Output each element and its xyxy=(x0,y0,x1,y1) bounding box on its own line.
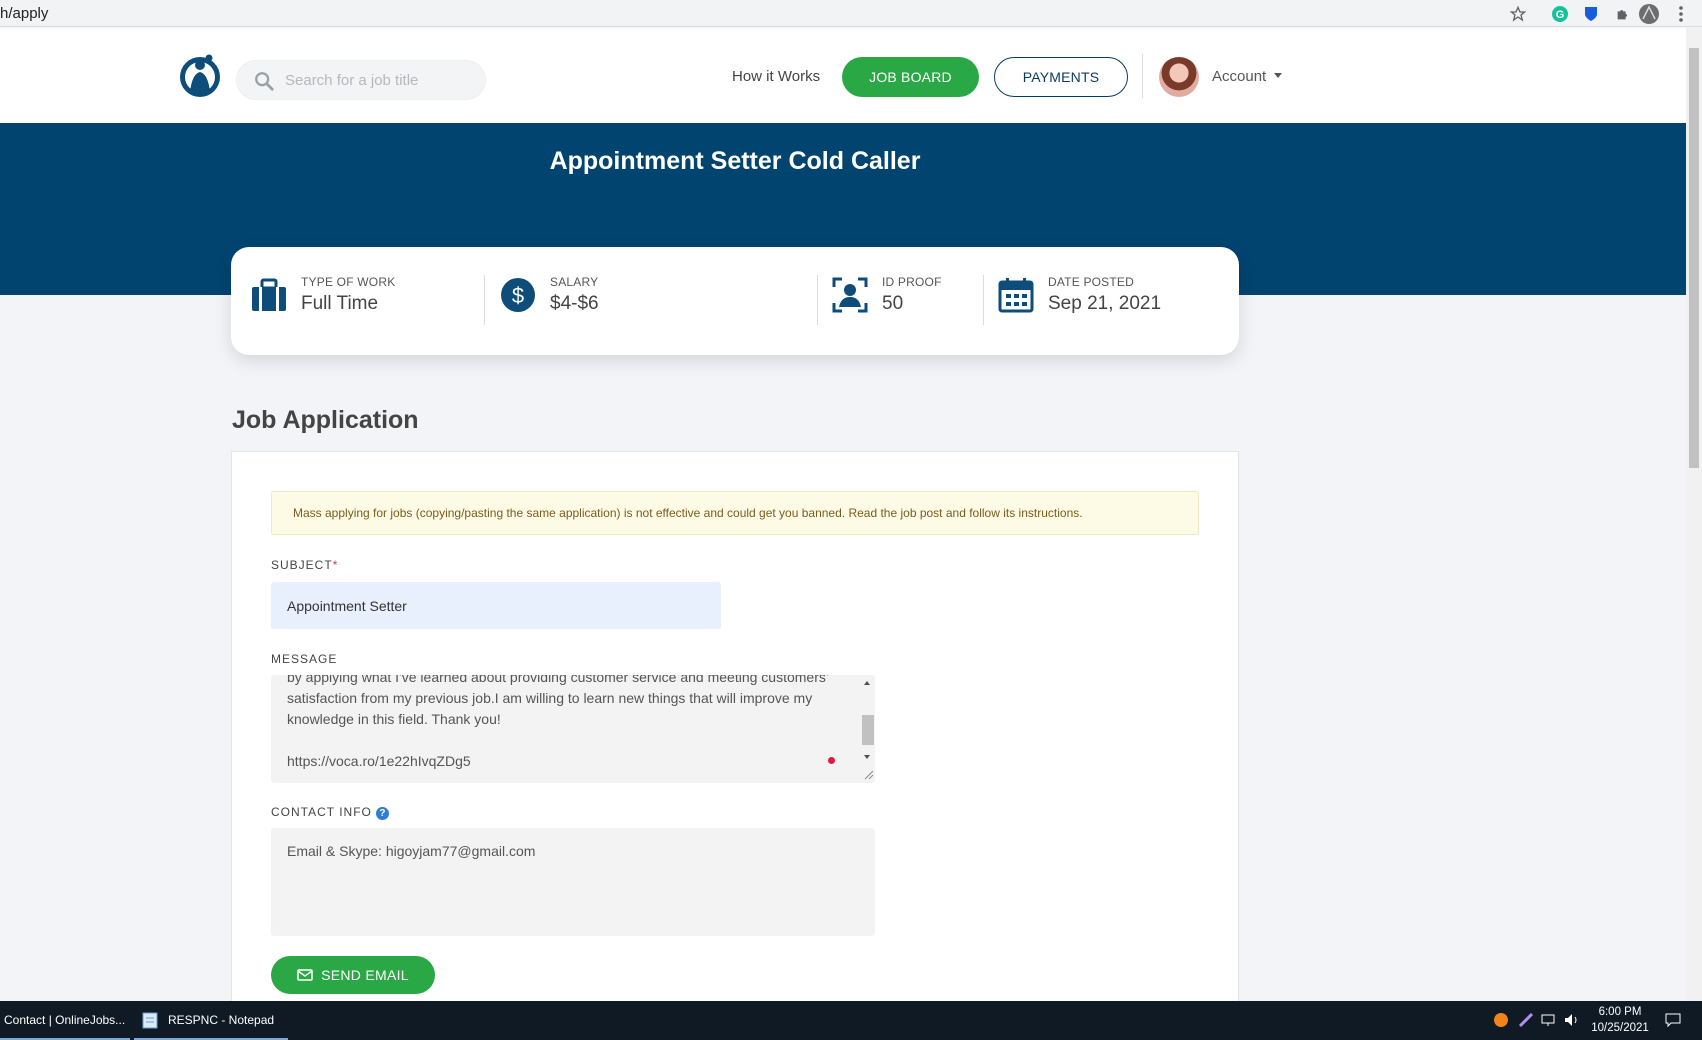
clock-date: 10/25/2021 xyxy=(1591,1022,1649,1034)
message-textarea[interactable]: by applying what I've learned about prov… xyxy=(271,675,875,783)
page-scrollbar-thumb[interactable] xyxy=(1689,48,1699,468)
taskbar-item-label: Contact | OnlineJobs... xyxy=(4,1012,126,1027)
application-form: Mass applying for jobs (copying/pasting … xyxy=(231,451,1239,1001)
send-email-label: SEND EMAIL xyxy=(321,967,409,983)
search-input[interactable] xyxy=(285,61,475,99)
help-icon[interactable]: ? xyxy=(375,807,389,820)
taskbar-item-chrome[interactable]: Contact | OnlineJobs... xyxy=(0,1001,130,1040)
envelope-icon xyxy=(297,969,313,981)
application-heading: Job Application xyxy=(232,406,419,434)
bookmark-star-icon[interactable] xyxy=(1507,3,1529,25)
app-tray-icon[interactable] xyxy=(1493,1012,1509,1028)
job-board-button[interactable]: JOB BOARD xyxy=(842,57,979,97)
browser-menu-icon[interactable] xyxy=(1670,3,1692,25)
info-label: ID PROOF xyxy=(882,275,942,289)
site-navbar: How it Works JOB BOARD PAYMENTS Account xyxy=(0,28,1686,123)
nav-divider xyxy=(1142,54,1143,98)
briefcase-icon xyxy=(252,278,286,311)
page-content: How it Works JOB BOARD PAYMENTS Account … xyxy=(0,28,1686,1001)
clock-time: 6:00 PM xyxy=(1598,1006,1642,1018)
info-value: Full Time xyxy=(301,293,379,314)
svg-text:G: G xyxy=(1556,9,1565,21)
search-icon xyxy=(255,72,274,91)
grammarly-indicator-icon[interactable] xyxy=(828,757,835,764)
contact-info-textarea[interactable]: Email & Skype: higoyjam77@gmail.com xyxy=(271,828,875,936)
volume-icon[interactable] xyxy=(1564,1012,1580,1028)
nav-how-it-works-link[interactable]: How it Works xyxy=(732,68,820,85)
browser-toolbar: h/apply G xyxy=(0,0,1702,27)
network-icon[interactable] xyxy=(1541,1012,1557,1028)
svg-text:$: $ xyxy=(512,283,524,308)
send-email-button[interactable]: SEND EMAIL xyxy=(271,956,435,994)
contact-info-label-text: CONTACT INFO xyxy=(271,805,372,819)
job-info-card: TYPE OF WORK Full Time $ SALARY $4-$6 ID… xyxy=(231,247,1239,355)
page-scrollbar[interactable] xyxy=(1686,28,1702,1001)
subject-label-text: SUBJECT xyxy=(271,558,333,572)
scrollbar-thumb[interactable] xyxy=(862,715,874,745)
job-search-bar[interactable] xyxy=(236,60,486,100)
message-text: by applying what I've learned about prov… xyxy=(287,675,829,769)
account-dropdown[interactable]: Account xyxy=(1212,68,1283,85)
grammarly-extension-icon[interactable]: G xyxy=(1549,3,1571,25)
pen-tray-icon[interactable] xyxy=(1518,1012,1534,1028)
info-value: $4-$6 xyxy=(550,293,599,314)
bitwarden-extension-icon[interactable] xyxy=(1580,3,1602,25)
address-bar[interactable]: h/apply xyxy=(0,5,48,22)
subject-label: SUBJECT* xyxy=(271,558,338,572)
info-divider xyxy=(484,275,485,325)
info-label: TYPE OF WORK xyxy=(301,275,396,289)
id-proof-icon xyxy=(832,277,868,313)
required-mark: * xyxy=(332,558,339,572)
profile-avatar-icon[interactable] xyxy=(1638,3,1660,25)
extensions-puzzle-icon[interactable] xyxy=(1612,3,1634,25)
info-divider xyxy=(983,275,984,325)
system-clock[interactable]: 6:00 PM 10/25/2021 xyxy=(1590,1004,1650,1036)
taskbar-item-notepad[interactable]: RESPNC - Notepad xyxy=(134,1001,288,1040)
taskbar-item-label: RESPNC - Notepad xyxy=(168,1012,275,1027)
site-logo-icon[interactable] xyxy=(178,52,222,100)
caret-down-icon xyxy=(1274,73,1283,78)
calendar-icon xyxy=(998,278,1034,313)
info-value: 50 xyxy=(882,293,904,314)
dollar-icon: $ xyxy=(501,278,535,312)
contact-info-label: CONTACT INFO? xyxy=(271,805,389,820)
notepad-icon xyxy=(142,1012,158,1028)
subject-input[interactable] xyxy=(271,582,721,629)
payments-button[interactable]: PAYMENTS xyxy=(994,57,1128,97)
notifications-icon[interactable] xyxy=(1665,1012,1681,1028)
info-value: Sep 21, 2021 xyxy=(1048,293,1162,314)
info-label: DATE POSTED xyxy=(1048,275,1134,289)
warning-alert: Mass applying for jobs (copying/pasting … xyxy=(271,491,1199,535)
windows-taskbar: Contact | OnlineJobs... RESPNC - Notepad… xyxy=(0,1001,1702,1040)
message-label: MESSAGE xyxy=(271,652,338,666)
job-title: Appointment Setter Cold Caller xyxy=(549,147,921,175)
info-label: SALARY xyxy=(550,275,599,289)
account-label: Account xyxy=(1212,68,1267,85)
user-avatar[interactable] xyxy=(1159,57,1199,97)
message-scrollbar[interactable] xyxy=(859,675,875,783)
info-divider xyxy=(817,275,818,325)
